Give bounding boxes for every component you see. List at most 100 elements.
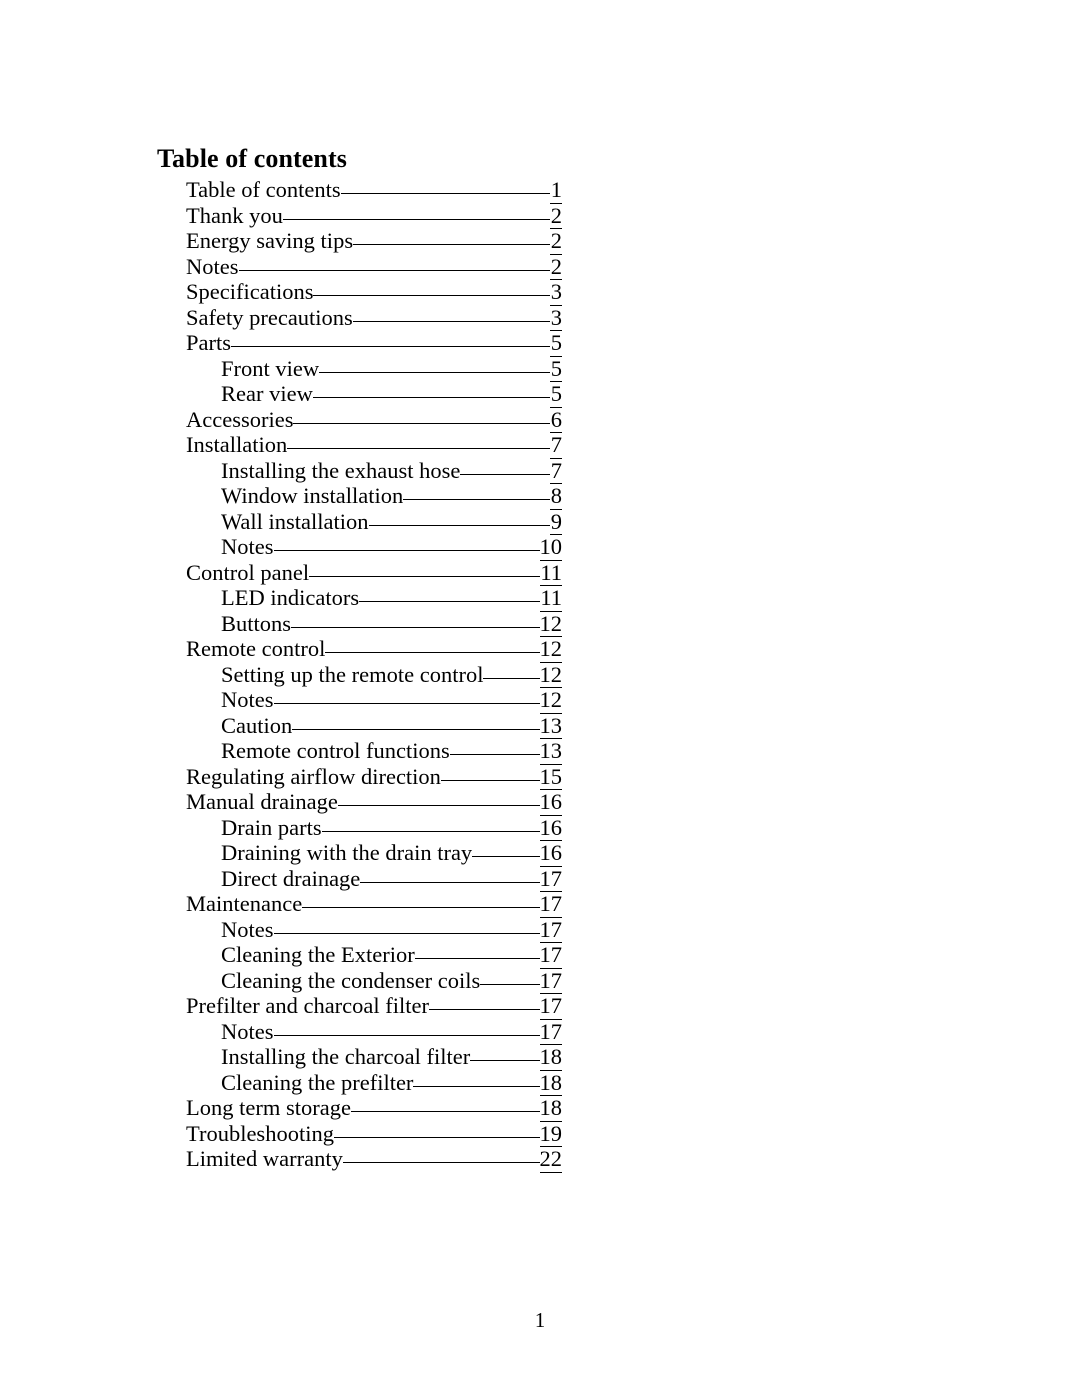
toc-entry-label: Cleaning the condenser coils (221, 967, 481, 993)
toc-entry-label: Safety precautions (186, 304, 353, 330)
toc-entry-page-number: 17 (539, 942, 562, 969)
toc-leader-line (403, 499, 550, 500)
toc-leader-line (359, 601, 541, 602)
toc-entry[interactable]: Regulating airflow direction 15 (186, 763, 562, 790)
toc-entry-page-number: 18 (539, 1044, 562, 1071)
toc-entry[interactable]: Buttons 12 (186, 610, 562, 637)
toc-entry[interactable]: Maintenance 17 (186, 891, 562, 918)
toc-leader-line (340, 193, 550, 194)
toc-leader-line (291, 626, 540, 628)
toc-entry-label: Manual drainage (186, 789, 338, 814)
toc-entry-label: Accessories (186, 406, 294, 432)
toc-entry[interactable]: Parts 5 (186, 330, 562, 357)
toc-leader-line (273, 703, 540, 704)
toc-entry-label: Caution (221, 712, 293, 738)
toc-leader-line (342, 1162, 540, 1163)
toc-leader-line (292, 728, 540, 730)
toc-entry[interactable]: Safety precautions 3 (186, 304, 562, 331)
toc-entry-page-number: 18 (539, 1069, 562, 1096)
document-page: Table of contents Table of contents 1 Than… (0, 0, 1080, 1397)
toc-entry[interactable]: Specifications 3 (186, 279, 562, 306)
toc-entry[interactable]: Notes 10 (186, 534, 562, 561)
toc-leader-line (449, 754, 540, 755)
toc-entry[interactable]: Cleaning the Exterior 17 (186, 942, 562, 969)
toc-entry[interactable]: Energy saving tips 2 (186, 228, 562, 255)
toc-entry-page-number: 13 (539, 712, 562, 739)
toc-entry-page-number: 5 (550, 381, 562, 408)
toc-entry-label: Draining with the drain tray (221, 840, 473, 865)
toc-entry-page-number: 17 (539, 916, 562, 943)
toc-entry-page-number: 11 (540, 559, 562, 586)
toc-entry-label: Regulating airflow direction (186, 763, 441, 789)
toc-entry[interactable]: Long term storage 18 (186, 1095, 562, 1122)
toc-entry-page-number: 12 (539, 610, 562, 637)
toc-entry-label: Table of contents (186, 177, 341, 202)
toc-entry-page-number: 13 (539, 738, 562, 765)
toc-leader-line (282, 218, 550, 220)
toc-leader-line (440, 779, 540, 781)
toc-entry[interactable]: Window installation 8 (186, 483, 562, 510)
toc-entry[interactable]: Installing the charcoal filter 18 (186, 1044, 562, 1071)
toc-entry-page-number: 12 (539, 636, 562, 663)
page-title: Table of contents (157, 144, 347, 174)
toc-entry-page-number: 16 (539, 840, 562, 867)
toc-entry[interactable]: Accessories 6 (186, 406, 562, 433)
toc-leader-line (273, 550, 540, 551)
toc-entry-label: Troubleshooting (186, 1120, 334, 1146)
toc-leader-line (319, 371, 550, 373)
toc-entry[interactable]: Installation 7 (186, 432, 562, 459)
toc-entry-label: Buttons (221, 610, 292, 636)
toc-leader-line (429, 1009, 540, 1010)
toc-entry-page-number: 7 (550, 432, 562, 459)
toc-entry[interactable]: Notes 2 (186, 254, 562, 280)
toc-entry-page-number: 5 (550, 330, 562, 357)
toc-entry[interactable]: Control panel 11 (186, 559, 562, 586)
toc-leader-line (238, 269, 550, 271)
toc-entry[interactable]: Prefilter and charcoal filter 17 (186, 993, 562, 1020)
toc-entry-label: Energy saving tips (186, 228, 354, 253)
toc-entry[interactable]: Draining with the drain tray 16 (186, 840, 562, 867)
toc-entry[interactable]: LED indicators 11 (186, 585, 562, 612)
toc-entry[interactable]: Setting up the remote control 12 (186, 662, 562, 688)
toc-entry[interactable]: Notes 17 (186, 916, 562, 943)
toc-entry[interactable]: Wall installation 9 (186, 509, 562, 535)
toc-entry[interactable]: Notes 17 (186, 1018, 562, 1045)
toc-leader-line (353, 244, 550, 245)
toc-entry[interactable]: Remote control functions 13 (186, 738, 562, 765)
toc-entry[interactable]: Manual drainage 16 (186, 789, 562, 816)
toc-entry[interactable]: Drain parts 16 (186, 814, 562, 841)
toc-entry-label: Notes (221, 534, 274, 559)
toc-entry-label: Maintenance (186, 891, 303, 916)
toc-entry[interactable]: Rear view 5 (186, 381, 562, 408)
toc-leader-line (302, 907, 540, 908)
toc-entry[interactable]: Front view 5 (186, 356, 562, 382)
toc-entry[interactable]: Direct drainage 17 (186, 865, 562, 892)
toc-entry-label: Direct drainage (221, 865, 361, 891)
toc-entry[interactable]: Remote control 12 (186, 636, 562, 663)
toc-entry[interactable]: Thank you 2 (186, 202, 562, 229)
toc-entry-label: Installing the charcoal filter (221, 1044, 471, 1069)
footer-page-number: 1 (534, 1308, 546, 1332)
toc-entry-page-number: 1 (550, 177, 562, 204)
toc-leader-line (483, 677, 540, 679)
toc-entry-page-number: 17 (539, 1018, 562, 1045)
toc-entry[interactable]: Cleaning the condenser coils 17 (186, 967, 562, 994)
toc-leader-line (333, 1136, 540, 1138)
toc-entry[interactable]: Cleaning the prefilter 18 (186, 1069, 562, 1096)
toc-entry[interactable]: Notes 12 (186, 687, 562, 714)
toc-entry-page-number: 3 (550, 304, 562, 331)
toc-entry-label: Drain parts (221, 814, 322, 840)
toc-entry[interactable]: Limited warranty 22 (186, 1146, 562, 1173)
toc-entry[interactable]: Installing the exhaust hose 7 (186, 458, 562, 484)
toc-entry-page-number: 16 (539, 789, 562, 816)
toc-entry[interactable]: Troubleshooting 19 (186, 1120, 562, 1147)
toc-leader-line (313, 295, 550, 296)
toc-entry[interactable]: Caution 13 (186, 712, 562, 739)
toc-entry-page-number: 2 (550, 202, 562, 229)
toc-leader-line (273, 932, 540, 934)
toc-leader-line (231, 346, 550, 347)
toc-leader-line (414, 958, 540, 959)
toc-entry[interactable]: Table of contents 1 (186, 177, 562, 204)
toc-entry-label: Notes (221, 916, 274, 942)
toc-leader-line (480, 983, 540, 985)
